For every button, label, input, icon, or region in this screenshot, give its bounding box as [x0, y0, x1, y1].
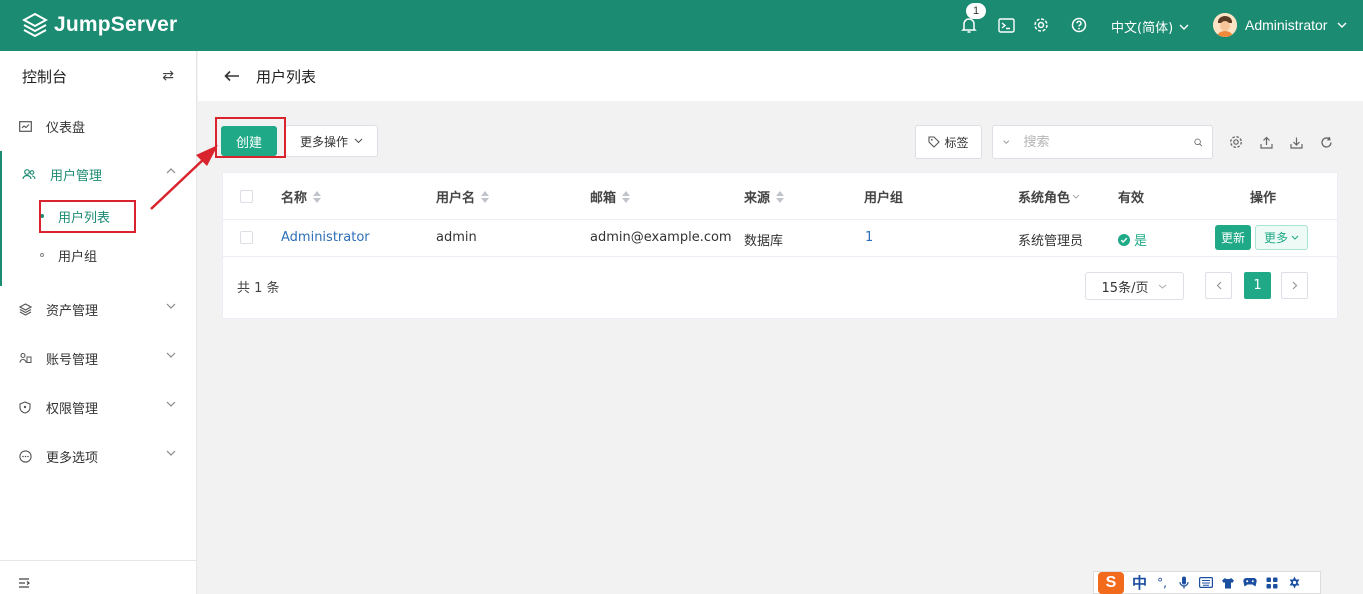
sogou-logo-icon[interactable]: S: [1098, 571, 1124, 594]
gamepad-icon[interactable]: [1243, 576, 1257, 590]
apps-grid-icon[interactable]: [1265, 576, 1279, 590]
keyboard-icon[interactable]: [1199, 576, 1214, 590]
punctuation-icon[interactable]: °,: [1155, 576, 1169, 590]
ime-settings-icon[interactable]: [1287, 576, 1301, 590]
annotation-arrow-icon: [150, 145, 218, 210]
ime-mode-indicator[interactable]: 中: [1132, 572, 1147, 593]
skin-shirt-icon[interactable]: [1221, 576, 1235, 590]
microphone-icon[interactable]: [1177, 576, 1191, 590]
ime-toolbar: S 中 °,: [1093, 571, 1321, 594]
